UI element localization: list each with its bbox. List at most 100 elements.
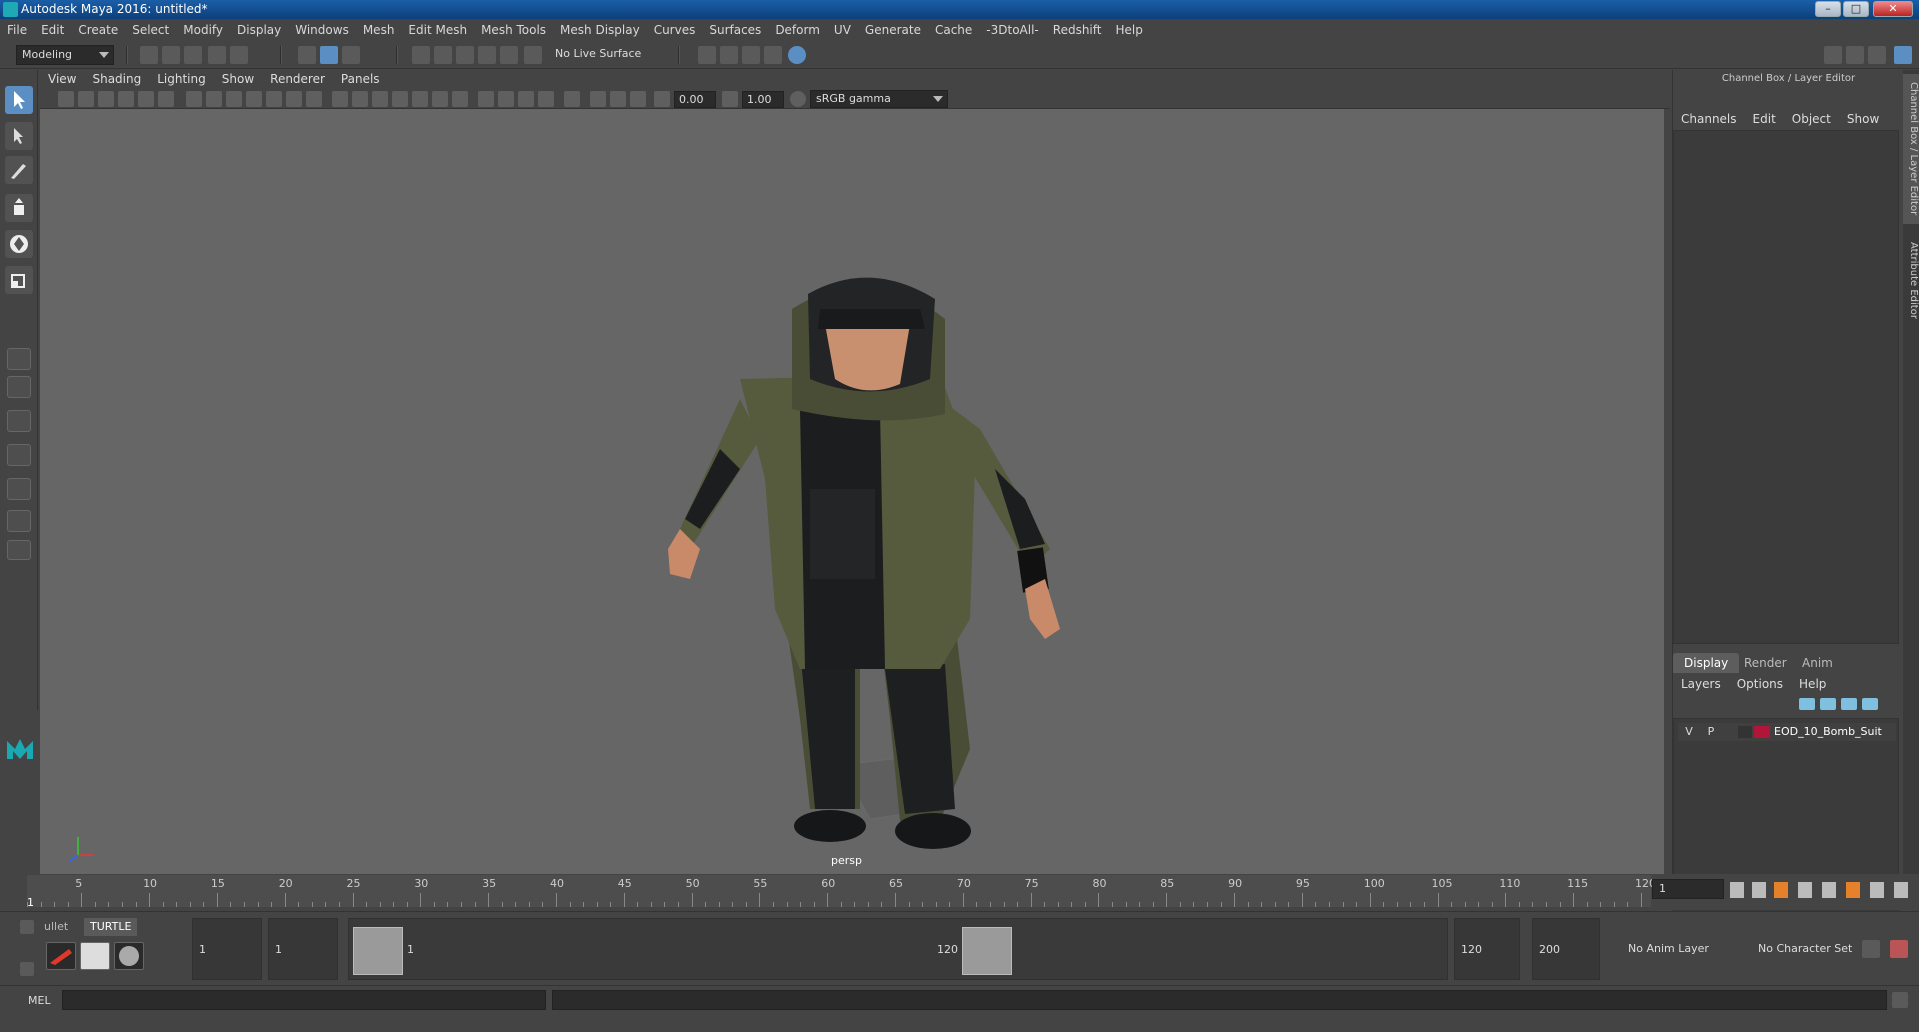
render-view-icon[interactable] <box>788 46 806 64</box>
viewport-menu-lighting[interactable]: Lighting <box>149 70 214 89</box>
bookmark-icon[interactable] <box>98 91 114 107</box>
lasso-tool-icon[interactable] <box>5 122 33 150</box>
move-layer-down-icon[interactable] <box>1820 698 1836 710</box>
gamma-icon[interactable] <box>722 91 738 107</box>
isolate-select-icon[interactable] <box>564 91 580 107</box>
camera-icon[interactable] <box>58 91 74 107</box>
new-layer-from-selection-icon[interactable] <box>1862 698 1878 710</box>
tab-anim[interactable]: Anim <box>1791 653 1844 673</box>
paint-select-icon[interactable] <box>5 156 33 184</box>
options-menu[interactable]: Options <box>1729 675 1791 693</box>
2d-pan-icon[interactable] <box>138 91 154 107</box>
menu-modify[interactable]: Modify <box>176 19 230 41</box>
turtle-settings-icon[interactable] <box>80 942 110 970</box>
xray-components-icon[interactable] <box>630 91 646 107</box>
time-ruler[interactable]: 5 10 15 20 25 30 35 40 45 50 55 60 65 70 75 80 85 90 95 100… <box>27 875 1656 907</box>
select-object-icon[interactable] <box>320 46 338 64</box>
menu-mesh-display[interactable]: Mesh Display <box>553 19 647 41</box>
hypershade-layout-icon[interactable] <box>7 510 31 532</box>
open-scene-icon[interactable] <box>162 46 180 64</box>
command-language-label[interactable]: MEL <box>28 994 51 1007</box>
minimize-button[interactable]: – <box>1815 1 1841 17</box>
layer-playback-toggle[interactable]: P <box>1702 723 1720 741</box>
camera-attributes-icon[interactable] <box>78 91 94 107</box>
perspective-viewport[interactable]: persp <box>40 109 1664 874</box>
gate-mask-icon[interactable] <box>246 91 262 107</box>
edit-menu[interactable]: Edit <box>1745 110 1784 128</box>
menu-cache[interactable]: Cache <box>928 19 979 41</box>
tab-channel-box-layer-editor[interactable]: Channel Box / Layer Editor <box>1903 74 1919 224</box>
menu-windows[interactable]: Windows <box>288 19 356 41</box>
four-pane-layout-icon[interactable] <box>7 376 31 398</box>
safe-action-icon[interactable] <box>286 91 302 107</box>
shelf-settings-icon[interactable] <box>20 962 34 976</box>
auto-key-icon[interactable] <box>1862 940 1880 958</box>
menu-mesh[interactable]: Mesh <box>356 19 402 41</box>
undo-icon[interactable] <box>208 46 226 64</box>
redo-icon[interactable] <box>230 46 248 64</box>
step-back-key-icon[interactable] <box>1774 882 1788 898</box>
menu-edit[interactable]: Edit <box>34 19 71 41</box>
exposure-field[interactable]: 0.00 <box>674 91 716 108</box>
move-layer-up-icon[interactable] <box>1799 698 1815 710</box>
new-scene-icon[interactable] <box>140 46 158 64</box>
channel-box-toggle-icon[interactable] <box>1894 46 1912 64</box>
layout-icon[interactable] <box>1824 46 1842 64</box>
go-to-start-icon[interactable] <box>1730 882 1744 898</box>
depth-of-field-icon[interactable] <box>538 91 554 107</box>
menu-help[interactable]: Help <box>1108 19 1149 41</box>
tool-settings-icon[interactable] <box>1868 46 1886 64</box>
use-default-material-icon[interactable] <box>372 91 388 107</box>
menu-curves[interactable]: Curves <box>647 19 703 41</box>
layers-menu[interactable]: Layers <box>1673 675 1729 693</box>
range-start-handle[interactable] <box>353 927 403 975</box>
grid-icon[interactable] <box>186 91 202 107</box>
move-tool-icon[interactable] <box>5 194 33 222</box>
playback-start-field[interactable]: 1 <box>268 918 338 980</box>
make-live-icon[interactable] <box>524 46 542 64</box>
grease-pencil-icon[interactable] <box>158 91 174 107</box>
menu-generate[interactable]: Generate <box>858 19 928 41</box>
menu-create[interactable]: Create <box>71 19 125 41</box>
exposure-icon[interactable] <box>654 91 670 107</box>
rotate-tool-icon[interactable] <box>5 230 33 258</box>
menu-edit-mesh[interactable]: Edit Mesh <box>401 19 474 41</box>
playback-end-field[interactable]: 120 <box>1454 918 1520 980</box>
step-forward-key-icon[interactable] <box>1846 882 1860 898</box>
turtle-render-icon[interactable] <box>46 942 76 970</box>
animation-preferences-icon[interactable] <box>1890 940 1908 958</box>
outliner-persp-layout-icon[interactable] <box>7 444 31 466</box>
snap-surface-icon[interactable] <box>500 46 518 64</box>
shelf-tab-bullet[interactable]: ullet <box>38 918 74 936</box>
menu-file[interactable]: File <box>0 19 34 41</box>
more-layouts-icon[interactable] <box>7 540 31 560</box>
render-frame-icon[interactable] <box>698 46 716 64</box>
menu-mesh-tools[interactable]: Mesh Tools <box>474 19 553 41</box>
layer-visibility-toggle[interactable]: V <box>1680 723 1698 741</box>
two-pane-layout-icon[interactable] <box>7 410 31 432</box>
snap-grid-icon[interactable] <box>412 46 430 64</box>
viewport-menu-show[interactable]: Show <box>214 70 262 89</box>
select-hierarchy-icon[interactable] <box>298 46 316 64</box>
maximize-button[interactable]: □ <box>1843 1 1869 17</box>
hypershade-icon[interactable] <box>764 46 782 64</box>
single-pane-layout-icon[interactable] <box>7 348 31 370</box>
menu-display[interactable]: Display <box>230 19 288 41</box>
save-scene-icon[interactable] <box>184 46 202 64</box>
xray-joints-icon[interactable] <box>610 91 626 107</box>
smooth-shade-icon[interactable] <box>352 91 368 107</box>
viewport-menu-shading[interactable]: Shading <box>84 70 149 89</box>
show-menu[interactable]: Show <box>1839 110 1887 128</box>
use-all-lights-icon[interactable] <box>432 91 448 107</box>
select-tool-icon[interactable] <box>5 86 33 114</box>
channels-menu[interactable]: Channels <box>1673 110 1745 128</box>
viewport-menu-panels[interactable]: Panels <box>333 70 388 89</box>
scene-start-field[interactable]: 1 <box>192 918 262 980</box>
ambient-occlusion-icon[interactable] <box>478 91 494 107</box>
shadows-icon[interactable] <box>452 91 468 107</box>
menu-uv[interactable]: UV <box>827 19 858 41</box>
layer-display-type[interactable] <box>1738 726 1752 738</box>
current-frame-field[interactable]: 1 <box>1652 879 1724 899</box>
select-component-icon[interactable] <box>342 46 360 64</box>
new-layer-icon[interactable] <box>1841 698 1857 710</box>
